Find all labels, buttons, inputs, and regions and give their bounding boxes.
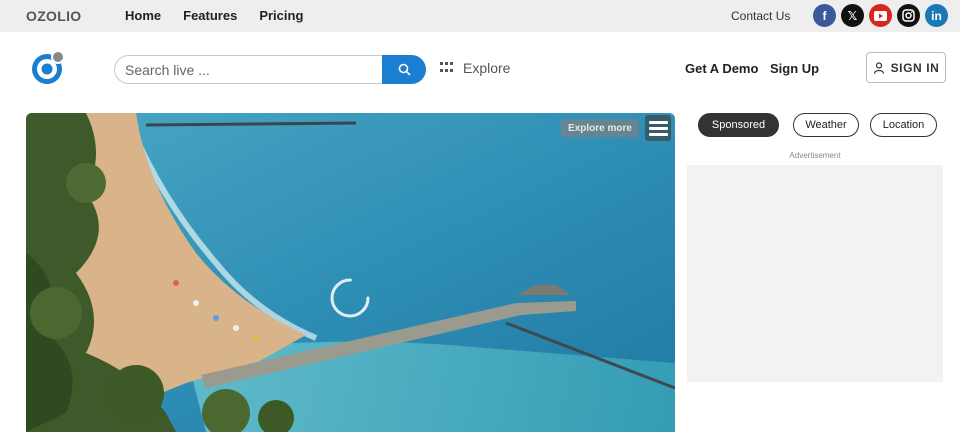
- hamburger-menu-icon[interactable]: [645, 115, 671, 141]
- explore-more-button[interactable]: Explore more: [561, 119, 639, 137]
- tab-sponsored[interactable]: Sponsored: [698, 113, 779, 137]
- nav-home[interactable]: Home: [125, 8, 161, 23]
- explore-label: Explore: [463, 60, 511, 76]
- brand-name[interactable]: OZOLIO: [26, 8, 81, 24]
- nav-features[interactable]: Features: [183, 8, 237, 23]
- nav-pricing[interactable]: Pricing: [259, 8, 303, 23]
- tab-location[interactable]: Location: [870, 113, 937, 137]
- sign-in-button[interactable]: SIGN IN: [866, 52, 946, 83]
- contact-us-link[interactable]: Contact Us: [731, 9, 790, 23]
- ozolio-logo-icon[interactable]: [30, 50, 66, 86]
- social-links: f 𝕏 in: [813, 4, 948, 27]
- x-icon[interactable]: 𝕏: [841, 4, 864, 27]
- facebook-icon[interactable]: f: [813, 4, 836, 27]
- search-bar: [114, 55, 426, 84]
- grid-icon: [440, 61, 453, 75]
- advertisement-label: Advertisement: [789, 151, 841, 160]
- sign-in-label: SIGN IN: [890, 60, 940, 75]
- youtube-icon[interactable]: [869, 4, 892, 27]
- top-nav: Home Features Pricing: [125, 8, 325, 23]
- loading-spinner-icon: [330, 278, 370, 318]
- explore-menu[interactable]: Explore: [440, 60, 510, 76]
- advertisement-slot[interactable]: [687, 165, 943, 382]
- instagram-icon[interactable]: [897, 4, 920, 27]
- get-a-demo-link[interactable]: Get A Demo: [685, 61, 758, 76]
- sign-up-link[interactable]: Sign Up: [770, 61, 819, 76]
- top-bar: OZOLIO Home Features Pricing Contact Us …: [0, 0, 960, 32]
- search-input[interactable]: [114, 55, 384, 84]
- search-button[interactable]: [382, 55, 426, 84]
- beach-camera-frame: [26, 113, 675, 432]
- tab-weather[interactable]: Weather: [793, 113, 859, 137]
- live-video-player[interactable]: [26, 113, 675, 432]
- user-icon: [873, 61, 884, 74]
- linkedin-icon[interactable]: in: [925, 4, 948, 27]
- search-icon: [398, 63, 411, 76]
